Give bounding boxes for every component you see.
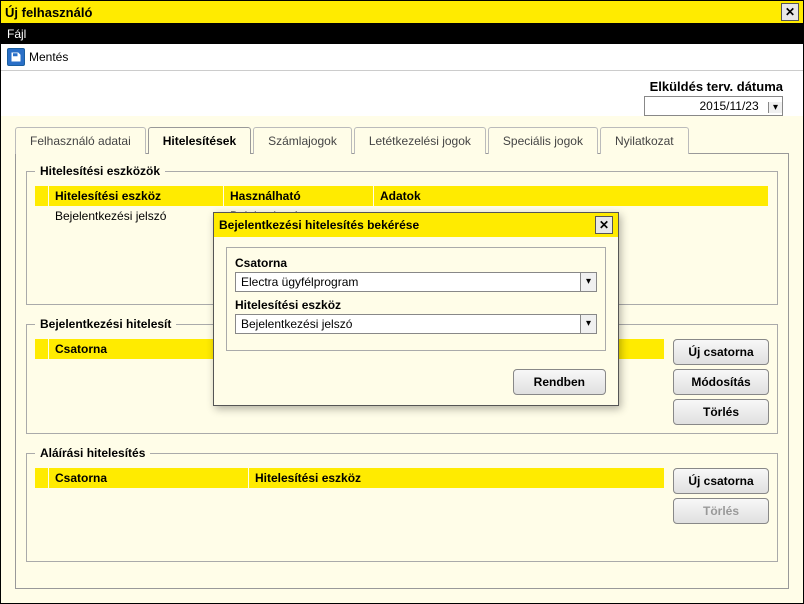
new-channel-button[interactable]: Új csatorna [673,468,769,494]
menu-file[interactable]: Fájl [7,27,26,41]
table-header: Csatorna Hitelesítési eszköz [35,468,665,488]
row-gutter [35,339,49,359]
tab-specialis-jogok[interactable]: Speciális jogok [488,127,598,154]
dialog-title: Bejelentkezési hitelesítés bekérése [219,218,419,232]
col-tool: Hitelesítési eszköz [49,186,224,206]
tab-felhasznalo-adatai[interactable]: Felhasználó adatai [15,127,146,154]
col-data: Adatok [374,186,769,206]
sign-grid: Csatorna Hitelesítési eszköz [35,468,665,553]
fieldset-sign: Aláírási hitelesítés Csatorna Hitelesíté… [26,446,778,562]
tab-szamlajogok[interactable]: Számlajogok [253,127,352,154]
ok-button[interactable]: Rendben [513,369,606,395]
cell-tool: Bejelentkezési jelszó [49,206,224,226]
tab-hitelesitesek[interactable]: Hitelesítések [148,127,251,154]
legend-tools: Hitelesítési eszközök [35,164,165,178]
close-icon[interactable]: ✕ [781,3,799,21]
delete-button[interactable]: Törlés [673,498,769,524]
toolbar: Mentés [1,44,803,71]
date-field: ▾ [644,96,783,116]
table-header: Hitelesítési eszköz Használható Adatok [35,186,769,206]
row-gutter [35,186,49,206]
channel-combo[interactable]: ▾ [235,272,597,292]
chevron-down-icon[interactable]: ▾ [580,273,596,291]
date-label: Elküldés terv. dátuma [1,79,783,94]
close-icon[interactable]: ✕ [595,216,613,234]
row-gutter [35,468,49,488]
date-input[interactable] [645,97,765,115]
chevron-down-icon[interactable]: ▾ [580,315,596,333]
tool-input[interactable] [236,315,580,333]
col-channel: Csatorna [49,468,249,488]
channel-input[interactable] [236,273,580,291]
legend-sign: Aláírási hitelesítés [35,446,150,460]
tool-combo[interactable]: ▾ [235,314,597,334]
row-gutter [35,206,49,226]
tabs: Felhasználó adatai Hitelesítések Számlaj… [15,126,789,154]
save-button[interactable]: Mentés [29,50,68,64]
sign-buttons: Új csatorna Törlés [673,468,769,553]
menubar: Fájl [1,24,803,44]
login-buttons: Új csatorna Módosítás Törlés [673,339,769,425]
titlebar: Új felhasználó ✕ [1,1,803,24]
new-channel-button[interactable]: Új csatorna [673,339,769,365]
channel-label: Csatorna [235,256,597,270]
col-usable: Használható [224,186,374,206]
modify-button[interactable]: Módosítás [673,369,769,395]
col-tool: Hitelesítési eszköz [249,468,665,488]
dialog-titlebar: Bejelentkezési hitelesítés bekérése ✕ [214,213,618,237]
dialog-login-auth: Bejelentkezési hitelesítés bekérése ✕ Cs… [213,212,619,406]
dialog-fieldset: Csatorna ▾ Hitelesítési eszköz ▾ [226,247,606,351]
date-zone: Elküldés terv. dátuma ▾ [1,71,803,116]
save-icon[interactable] [7,48,25,66]
window-title: Új felhasználó [5,5,92,20]
dialog-footer: Rendben [214,365,618,405]
legend-login: Bejelentkezési hitelesít [35,317,176,331]
delete-button[interactable]: Törlés [673,399,769,425]
tool-label: Hitelesítési eszköz [235,298,597,312]
dialog-body: Csatorna ▾ Hitelesítési eszköz ▾ [214,237,618,365]
tab-letetkezelesi-jogok[interactable]: Letétkezelési jogok [354,127,486,154]
tab-nyilatkozat[interactable]: Nyilatkozat [600,127,689,154]
chevron-down-icon[interactable]: ▾ [768,102,782,113]
